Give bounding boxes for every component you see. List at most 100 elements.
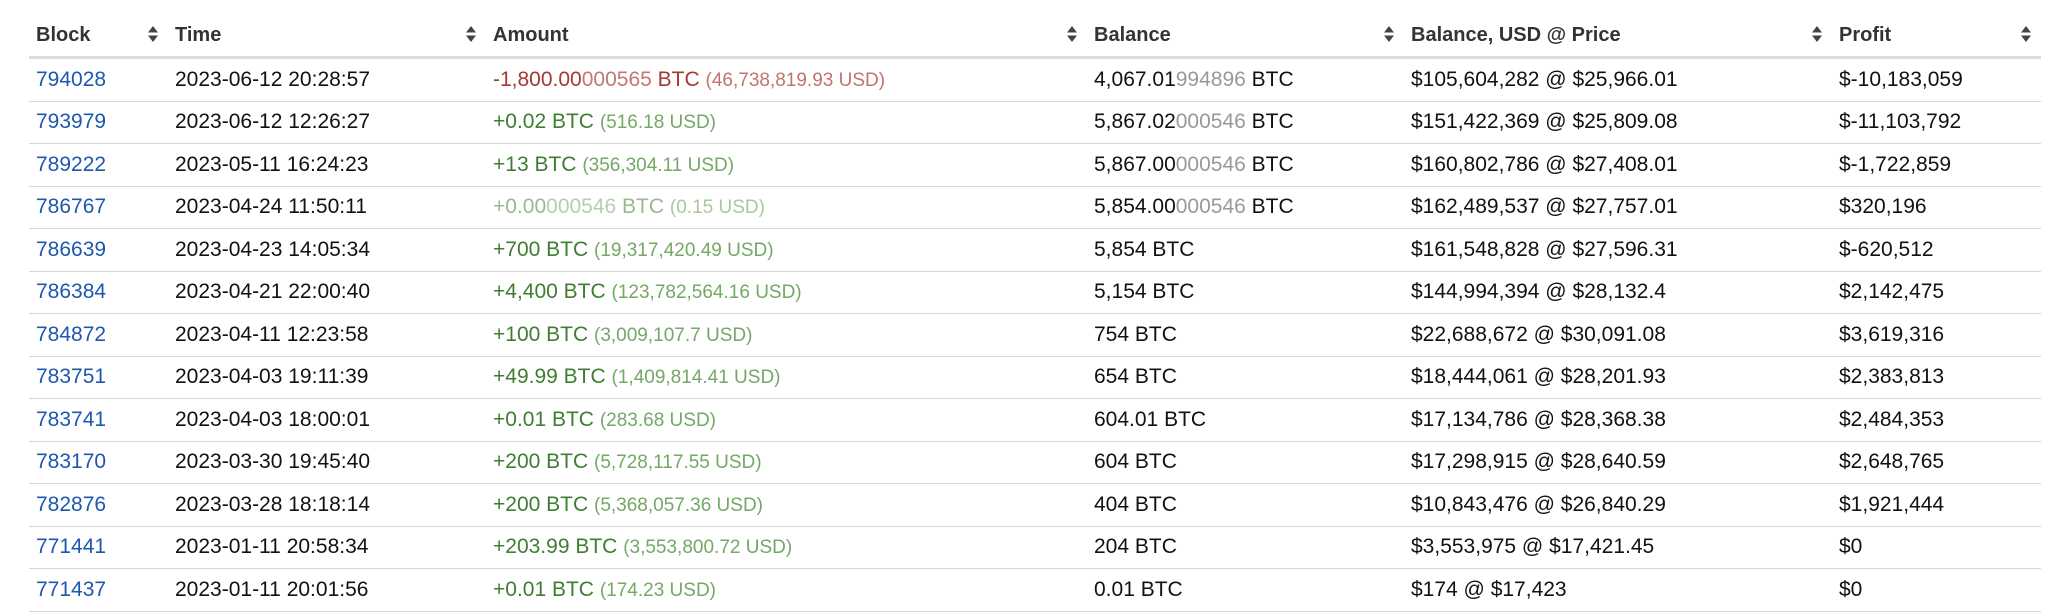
balance-cell: 204 BTC [1087, 526, 1404, 569]
table-row: 789222 2023-05-11 16:24:23 +13 BTC (356,… [29, 143, 2041, 187]
balance-precision: 000546 [1175, 152, 1246, 176]
column-header-balance-usd[interactable]: Balance, USD @ Price [1404, 14, 1832, 59]
amount-main: +0.00 [493, 195, 547, 219]
balance-usd-cell: $17,134,786 @ $28,368.38 [1404, 398, 1832, 442]
balance-usd-cell: $174 @ $17,423 [1404, 568, 1832, 612]
balance-usd-cell: $17,298,915 @ $28,640.59 [1404, 441, 1832, 484]
balance-main: 4,067.01 [1094, 67, 1176, 91]
amount-unit: BTC [546, 110, 594, 134]
block-link[interactable]: 786767 [36, 195, 106, 218]
block-cell: 783741 [29, 398, 168, 442]
block-cell: 783170 [29, 441, 168, 484]
block-link[interactable]: 794028 [36, 68, 106, 91]
balance-cell: 5,854.00000546 BTC [1087, 186, 1404, 229]
balance-usd-cell: $22,688,672 @ $30,091.08 [1404, 313, 1832, 357]
time-cell: 2023-04-21 22:00:40 [168, 271, 486, 314]
time-cell: 2023-04-24 11:50:11 [168, 186, 486, 229]
column-header-label: Balance [1094, 23, 1171, 46]
amount-usd: (0.15 USD) [669, 197, 765, 219]
time-cell: 2023-03-30 19:45:40 [168, 441, 486, 484]
balance-unit: BTC [1134, 577, 1183, 601]
amount-value: +13 BTC (356,304.11 USD) [493, 153, 734, 176]
table-row: 786384 2023-04-21 22:00:40 +4,400 BTC (1… [29, 271, 2041, 314]
block-link[interactable]: 783741 [36, 408, 106, 431]
block-cell: 783751 [29, 356, 168, 399]
amount-unit: BTC [546, 407, 594, 431]
sort-icon[interactable] [466, 25, 476, 43]
amount-unit: BTC [651, 67, 700, 91]
time-cell: 2023-04-03 19:11:39 [168, 356, 486, 399]
balance-main: 754 [1094, 322, 1130, 346]
balance-main: 5,867.00 [1094, 152, 1176, 176]
block-cell: 793979 [29, 101, 168, 144]
sort-icon[interactable] [148, 25, 158, 43]
time-cell: 2023-06-12 20:28:57 [168, 57, 486, 102]
block-link[interactable]: 783170 [36, 450, 106, 473]
block-link[interactable]: 789222 [36, 153, 106, 176]
block-link[interactable]: 771441 [36, 535, 106, 558]
balance-unit: BTC [1146, 280, 1195, 304]
amount-unit: BTC [540, 322, 589, 346]
amount-main: +0.01 [493, 577, 547, 601]
balance-usd-cell: $144,994,394 @ $28,132.4 [1404, 271, 1832, 314]
amount-main: +4,400 [493, 280, 558, 304]
sort-icon[interactable] [1384, 25, 1394, 43]
balance-usd-cell: $3,553,975 @ $17,421.45 [1404, 526, 1832, 569]
block-link[interactable]: 784872 [36, 323, 106, 346]
amount-cell: +203.99 BTC (3,553,800.72 USD) [486, 526, 1087, 569]
column-header-amount[interactable]: Amount [486, 14, 1087, 59]
block-link[interactable]: 786384 [36, 280, 106, 303]
balance-main: 5,154 [1094, 280, 1147, 304]
transactions-table: Block Time Amount Balance Balance, USD @… [29, 14, 2041, 612]
profit-cell: $0 [1832, 568, 2041, 612]
block-link[interactable]: 782876 [36, 493, 106, 516]
amount-cell: +200 BTC (5,368,057.36 USD) [486, 483, 1087, 527]
table-row: 783170 2023-03-30 19:45:40 +200 BTC (5,7… [29, 441, 2041, 484]
amount-unit: BTC [557, 365, 606, 389]
amount-usd: (516.18 USD) [599, 112, 716, 134]
balance-unit: BTC [1129, 322, 1177, 346]
balance-unit: BTC [1245, 152, 1294, 176]
balance-cell: 0.01 BTC [1087, 568, 1404, 612]
column-header-label: Profit [1839, 23, 1892, 46]
column-header-time[interactable]: Time [168, 14, 486, 59]
sort-icon[interactable] [1067, 25, 1077, 43]
balance-cell: 4,067.01994896 BTC [1087, 57, 1404, 102]
column-header-block[interactable]: Block [29, 14, 168, 59]
profit-cell: $0 [1832, 526, 2041, 569]
balance-precision: 000546 [1175, 195, 1246, 219]
balance-unit: BTC [1146, 237, 1195, 261]
column-header-balance[interactable]: Balance [1087, 14, 1404, 59]
balance-unit: BTC [1245, 110, 1294, 134]
profit-cell: $-10,183,059 [1832, 57, 2041, 102]
amount-main: +200 [493, 450, 541, 474]
amount-cell: +700 BTC (19,317,420.49 USD) [486, 228, 1087, 272]
block-link[interactable]: 786639 [36, 238, 106, 261]
profit-cell: $-11,103,792 [1832, 101, 2041, 144]
amount-main: +700 [493, 237, 541, 261]
block-link[interactable]: 783751 [36, 365, 106, 388]
sort-icon[interactable] [2021, 25, 2031, 43]
block-link[interactable]: 793979 [36, 110, 106, 133]
balance-cell: 604 BTC [1087, 441, 1404, 484]
profit-cell: $2,648,765 [1832, 441, 2041, 484]
amount-usd: (19,317,420.49 USD) [594, 239, 774, 261]
sort-icon[interactable] [1812, 25, 1822, 43]
table-header-row: Block Time Amount Balance Balance, USD @… [29, 14, 2041, 59]
amount-cell: +4,400 BTC (123,782,564.16 USD) [486, 271, 1087, 314]
amount-usd: (46,738,819.93 USD) [705, 69, 886, 91]
block-link[interactable]: 771437 [36, 578, 106, 601]
block-cell: 782876 [29, 483, 168, 527]
amount-value: +100 BTC (3,009,107.7 USD) [493, 323, 752, 346]
amount-main: +0.02 [493, 110, 547, 134]
balance-cell: 5,867.00000546 BTC [1087, 143, 1404, 187]
profit-cell: $3,619,316 [1832, 313, 2041, 357]
column-header-profit[interactable]: Profit [1832, 14, 2041, 59]
table-row: 793979 2023-06-12 12:26:27 +0.02 BTC (51… [29, 101, 2041, 144]
amount-usd: (123,782,564.16 USD) [611, 282, 802, 304]
balance-usd-cell: $10,843,476 @ $26,840.29 [1404, 483, 1832, 527]
profit-cell: $-620,512 [1832, 228, 2041, 272]
balance-precision: 000546 [1175, 110, 1246, 134]
balance-cell: 5,854 BTC [1087, 228, 1404, 272]
amount-unit: BTC [569, 535, 618, 559]
